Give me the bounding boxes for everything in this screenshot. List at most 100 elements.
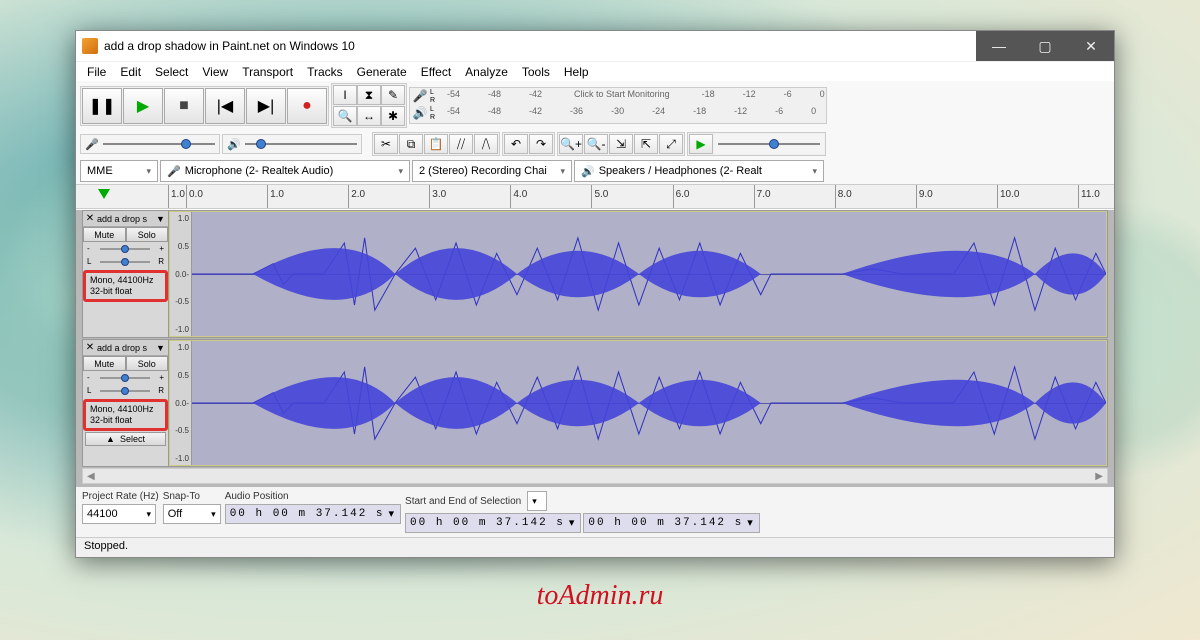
recording-channels-select[interactable]: 2 (Stereo) Recording Chai▾ <box>412 160 572 182</box>
scroll-left-icon[interactable]: ◀ <box>87 471 95 482</box>
menu-tracks[interactable]: Tracks <box>300 63 350 81</box>
silence-icon[interactable]: ⧸⧹ <box>474 134 498 154</box>
track-menu-button[interactable]: ▼ <box>156 343 168 353</box>
gain-slider[interactable]: - + <box>83 371 168 384</box>
app-window: add a drop shadow in Paint.net on Window… <box>75 30 1115 558</box>
track-menu-button[interactable]: ▼ <box>156 214 168 224</box>
amplitude-scale: 1.0 0.5 0.0- -0.5 -1.0 <box>170 212 192 336</box>
statusbar: Stopped. <box>76 537 1114 557</box>
maximize-button[interactable]: ▢ <box>1022 31 1068 61</box>
snap-to-label: Snap-To <box>163 491 221 502</box>
audio-track: ✕ add a drop s ▼ Mute Solo - + L R <box>82 210 1108 338</box>
zoom-tool-icon[interactable]: 🔍 <box>333 106 357 126</box>
menu-edit[interactable]: Edit <box>113 63 148 81</box>
pan-slider[interactable]: L R <box>83 255 168 268</box>
mic-icon: 🎤 <box>85 138 99 151</box>
titlebar: add a drop shadow in Paint.net on Window… <box>76 31 1114 61</box>
horizontal-scrollbar[interactable]: ◀ ▶ <box>82 468 1108 484</box>
skip-start-button[interactable]: |◀ <box>205 88 245 124</box>
play-speed-slider[interactable] <box>714 134 824 154</box>
paste-icon[interactable]: 📋 <box>424 134 448 154</box>
record-meter[interactable]: 🎤 LR -54 -48 -42 Click to Start Monitori… <box>409 87 827 124</box>
fit-project-icon[interactable]: ⇱ <box>634 134 658 154</box>
envelope-tool-icon[interactable]: ⧗ <box>357 85 381 105</box>
menu-transport[interactable]: Transport <box>235 63 300 81</box>
edit-toolbar: ✂ ⧉ 📋 ⧸⧸ ⧸⧹ <box>372 132 500 156</box>
project-rate-label: Project Rate (Hz) <box>82 491 159 502</box>
track-select-button[interactable]: ▲ Select <box>85 432 166 446</box>
menu-analyze[interactable]: Analyze <box>458 63 515 81</box>
track-info-highlight: Mono, 44100Hz 32-bit float <box>83 270 168 302</box>
menu-help[interactable]: Help <box>557 63 596 81</box>
selection-mode-label: Start and End of Selection <box>405 496 521 507</box>
track-info-highlight: Mono, 44100Hz 32-bit float <box>83 399 168 431</box>
project-rate-select[interactable]: 44100▾ <box>82 504 156 524</box>
tracks-area: ✕ add a drop s ▼ Mute Solo - + L R <box>76 210 1114 487</box>
timeline-ruler[interactable]: 1.0 0.0 1.0 2.0 3.0 4.0 5.0 6.0 7.0 8.0 … <box>76 185 1114 209</box>
close-button[interactable]: ✕ <box>1068 31 1114 61</box>
window-title: add a drop shadow in Paint.net on Window… <box>104 39 976 53</box>
timeshift-tool-icon[interactable]: ↔ <box>357 106 381 126</box>
gain-slider[interactable]: - + <box>83 242 168 255</box>
playback-volume-slider[interactable]: 🔊 <box>222 134 362 154</box>
playhead-icon[interactable] <box>98 189 110 199</box>
speaker-icon: 🔊 <box>581 165 595 178</box>
undo-icon[interactable]: ↶ <box>504 134 528 154</box>
trim-icon[interactable]: ⧸⧸ <box>449 134 473 154</box>
minimize-button[interactable]: — <box>976 31 1022 61</box>
zoom-in-icon[interactable]: 🔍+ <box>559 134 583 154</box>
selection-start-field[interactable]: 00 h 00 m 37.142 s▾ <box>405 513 581 533</box>
menu-generate[interactable]: Generate <box>350 63 414 81</box>
zoom-toggle-icon[interactable]: ⤢ <box>659 134 683 154</box>
selection-tool-icon[interactable]: I <box>333 85 357 105</box>
solo-button[interactable]: Solo <box>126 227 169 242</box>
copy-icon[interactable]: ⧉ <box>399 134 423 154</box>
play-at-speed-toolbar: ▶ <box>687 132 826 156</box>
mute-button[interactable]: Mute <box>83 227 126 242</box>
undo-toolbar: ↶ ↷ <box>502 132 555 156</box>
pan-slider[interactable]: L R <box>83 384 168 397</box>
record-volume-slider[interactable]: 🎤 <box>80 134 220 154</box>
play-button[interactable]: ▶ <box>123 88 163 124</box>
recording-device-select[interactable]: 🎤 Microphone (2- Realtek Audio)▾ <box>160 160 410 182</box>
redo-icon[interactable]: ↷ <box>529 134 553 154</box>
mute-button[interactable]: Mute <box>83 356 126 371</box>
draw-tool-icon[interactable]: ✎ <box>381 85 405 105</box>
audio-position-field[interactable]: 00 h 00 m 37.142 s▾ <box>225 504 401 524</box>
scroll-right-icon[interactable]: ▶ <box>1095 471 1103 482</box>
track-control-panel: ✕ add a drop s ▼ Mute Solo - + L R <box>83 211 169 337</box>
waveform-display[interactable]: 1.0 0.5 0.0- -0.5 -1.0 <box>169 340 1107 466</box>
snap-to-select[interactable]: Off▾ <box>163 504 221 524</box>
track-close-button[interactable]: ✕ <box>83 213 97 224</box>
playback-device-select[interactable]: 🔊 Speakers / Headphones (2- Realt▾ <box>574 160 824 182</box>
skip-end-button[interactable]: ▶| <box>246 88 286 124</box>
play-at-speed-icon[interactable]: ▶ <box>689 134 713 154</box>
menu-file[interactable]: File <box>80 63 113 81</box>
transport-toolbar: ❚❚ ▶ ■ |◀ ▶| ● <box>80 86 329 126</box>
multi-tool-icon[interactable]: ✱ <box>381 106 405 126</box>
track-name[interactable]: add a drop s <box>97 343 156 353</box>
audio-track: ✕ add a drop s ▼ Mute Solo - + L R <box>82 339 1108 467</box>
speaker-icon: 🔊 <box>227 138 241 151</box>
stop-button[interactable]: ■ <box>164 88 204 124</box>
audio-host-select[interactable]: MME▾ <box>80 160 158 182</box>
track-close-button[interactable]: ✕ <box>83 342 97 353</box>
menu-view[interactable]: View <box>195 63 235 81</box>
device-toolbar: MME▾ 🎤 Microphone (2- Realtek Audio)▾ 2 … <box>76 158 1114 184</box>
selection-toolbar: Project Rate (Hz) 44100▾ Snap-To Off▾ Au… <box>76 487 1114 537</box>
menu-tools[interactable]: Tools <box>515 63 557 81</box>
status-text: Stopped. <box>84 540 128 552</box>
amplitude-scale: 1.0 0.5 0.0- -0.5 -1.0 <box>170 341 192 465</box>
track-name[interactable]: add a drop s <box>97 214 156 224</box>
fit-selection-icon[interactable]: ⇲ <box>609 134 633 154</box>
cut-icon[interactable]: ✂ <box>374 134 398 154</box>
pause-button[interactable]: ❚❚ <box>82 88 122 124</box>
solo-button[interactable]: Solo <box>126 356 169 371</box>
selection-mode-select[interactable]: ▾ <box>527 491 547 511</box>
menu-select[interactable]: Select <box>148 63 195 81</box>
menu-effect[interactable]: Effect <box>414 63 458 81</box>
zoom-out-icon[interactable]: 🔍- <box>584 134 608 154</box>
record-button[interactable]: ● <box>287 88 327 124</box>
selection-end-field[interactable]: 00 h 00 m 37.142 s▾ <box>583 513 759 533</box>
waveform-display[interactable]: 1.0 0.5 0.0- -0.5 -1.0 <box>169 211 1107 337</box>
